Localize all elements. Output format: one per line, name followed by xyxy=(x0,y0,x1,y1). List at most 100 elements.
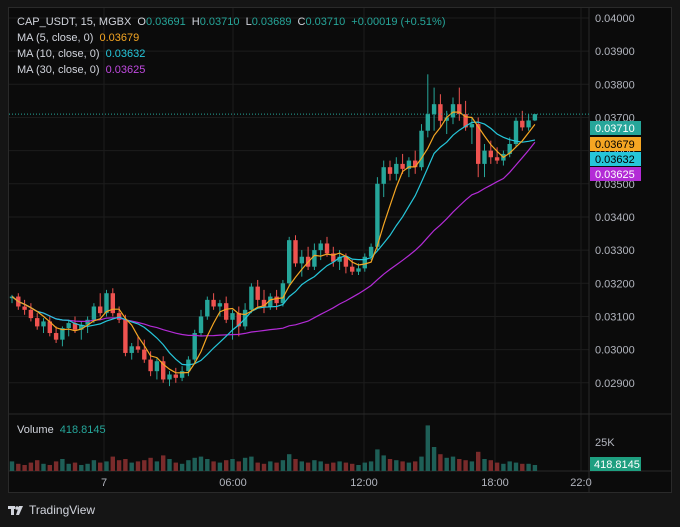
volume-bar xyxy=(16,463,21,471)
candle-body xyxy=(494,157,500,161)
time-tick: 7 xyxy=(101,477,107,489)
ma10-value: 0.03632 xyxy=(105,48,146,60)
candle-body xyxy=(381,167,386,184)
candle-body xyxy=(205,299,210,317)
ma30-legend[interactable]: MA (30, close, 0) 0.03625 xyxy=(17,64,148,76)
change-value: +0.00019 (+0.51%) xyxy=(351,16,446,28)
volume-bar xyxy=(154,461,160,471)
candle-body xyxy=(98,306,103,314)
candle-body xyxy=(450,104,456,118)
time-tick: 18:00 xyxy=(481,477,509,489)
price-tick: 0.03000 xyxy=(595,345,635,357)
volume-bar xyxy=(438,454,443,471)
candle-body xyxy=(375,183,380,247)
volume-bar xyxy=(394,460,399,471)
volume-legend[interactable]: Volume 418.8145 xyxy=(17,424,109,436)
grid xyxy=(9,8,589,471)
volume-tag-text: 418.8145 xyxy=(594,459,640,471)
volume-bar xyxy=(482,459,487,471)
volume-bar xyxy=(261,463,267,471)
candle-body xyxy=(198,316,204,334)
time-axis[interactable]: 7 06:00 12:00 18:00 22:0 xyxy=(101,477,592,489)
volume-bar xyxy=(520,463,525,471)
volume-bar xyxy=(179,463,185,471)
volume-bar xyxy=(280,460,286,471)
candle-body xyxy=(104,293,109,314)
volume-bar xyxy=(123,459,128,471)
ma5-label: MA (5, close, 0) xyxy=(17,32,94,44)
volume-bar xyxy=(476,451,481,471)
candle-body xyxy=(167,374,172,380)
chart-window: 0.04000 0.03900 0.03800 0.03700 0.03600 0.035… xyxy=(0,0,680,527)
volume-bar xyxy=(425,425,430,471)
candle-body xyxy=(526,120,531,128)
volume-bar xyxy=(148,457,153,471)
candle-body xyxy=(148,359,153,372)
volume-bar xyxy=(457,459,462,471)
volume-bar xyxy=(91,460,97,471)
tradingview-logo[interactable]: TradingView xyxy=(8,503,95,517)
ma10-line xyxy=(11,121,536,366)
low-value: 0.03689 xyxy=(251,16,292,28)
candle-body xyxy=(255,286,260,300)
volume-bar xyxy=(173,462,178,471)
chart-svg[interactable]: 0.040000.039000.038000.037000.036000.035… xyxy=(9,8,671,492)
volume-bar xyxy=(255,462,260,471)
volume-bar xyxy=(224,460,229,471)
symbol-label[interactable]: CAP_USDT, 15, MGBX xyxy=(17,16,131,28)
price-axis[interactable]: 0.040000.039000.038000.037000.036000.035… xyxy=(595,13,635,390)
candle-body xyxy=(431,104,437,115)
price-tick: 0.03100 xyxy=(595,311,635,323)
candle-body xyxy=(154,361,160,372)
ma30-label: MA (30, close, 0) xyxy=(17,64,100,76)
candle-body xyxy=(488,150,493,158)
volume-bar xyxy=(129,462,134,471)
volume-bar xyxy=(444,457,449,471)
chart-panel[interactable]: 0.04000 0.03900 0.03800 0.03700 0.03600 0.035… xyxy=(8,7,672,493)
volume-bar xyxy=(9,461,15,471)
volume-bar xyxy=(268,461,273,471)
price-tick: 0.02900 xyxy=(595,378,635,390)
price-tags: 0.03710 0.03679 0.03632 0.03625 xyxy=(590,121,641,181)
volume-bar xyxy=(337,461,342,471)
candle-body xyxy=(41,321,46,327)
high-value: 0.03710 xyxy=(199,16,240,28)
volume-bar xyxy=(236,461,241,471)
volume-bar xyxy=(217,462,223,471)
volume-bar xyxy=(242,457,248,471)
volume-bar xyxy=(532,465,538,471)
candle-body xyxy=(91,306,97,320)
volume-bar xyxy=(85,463,90,471)
volume-bar xyxy=(507,461,512,471)
ma10-legend[interactable]: MA (10, close, 0) 0.03632 xyxy=(17,48,148,60)
candle-body xyxy=(22,306,27,310)
price-tick: 0.03200 xyxy=(595,278,635,290)
symbol-legend[interactable]: CAP_USDT, 15, MGBX O0.03691 H0.03710 L0.… xyxy=(17,16,448,28)
price-tick: 0.03300 xyxy=(595,245,635,257)
candles xyxy=(9,74,538,387)
candle-body xyxy=(249,286,254,310)
volume-bar xyxy=(53,461,59,471)
volume-bar xyxy=(60,459,65,471)
volume-bar xyxy=(66,463,71,471)
ma5-line xyxy=(11,111,536,374)
candle-body xyxy=(312,250,317,267)
volume-bar xyxy=(135,461,141,471)
volume-bar xyxy=(375,449,380,471)
volume-bar xyxy=(22,465,27,471)
volume-bar xyxy=(47,465,52,471)
candle-body xyxy=(173,374,178,378)
candle-body xyxy=(35,318,40,327)
volume-bar xyxy=(513,462,519,471)
candle-body xyxy=(123,319,128,353)
open-value: 0.03691 xyxy=(145,16,186,28)
candle-body xyxy=(299,256,304,264)
open-label: O xyxy=(137,16,146,28)
low-label: L xyxy=(245,16,252,28)
volume-bar xyxy=(41,463,46,471)
volume-bar xyxy=(350,463,355,471)
candle-body xyxy=(142,349,147,360)
candle-body xyxy=(482,150,487,164)
volume-bar xyxy=(419,456,424,471)
ma5-legend[interactable]: MA (5, close, 0) 0.03679 xyxy=(17,32,142,44)
